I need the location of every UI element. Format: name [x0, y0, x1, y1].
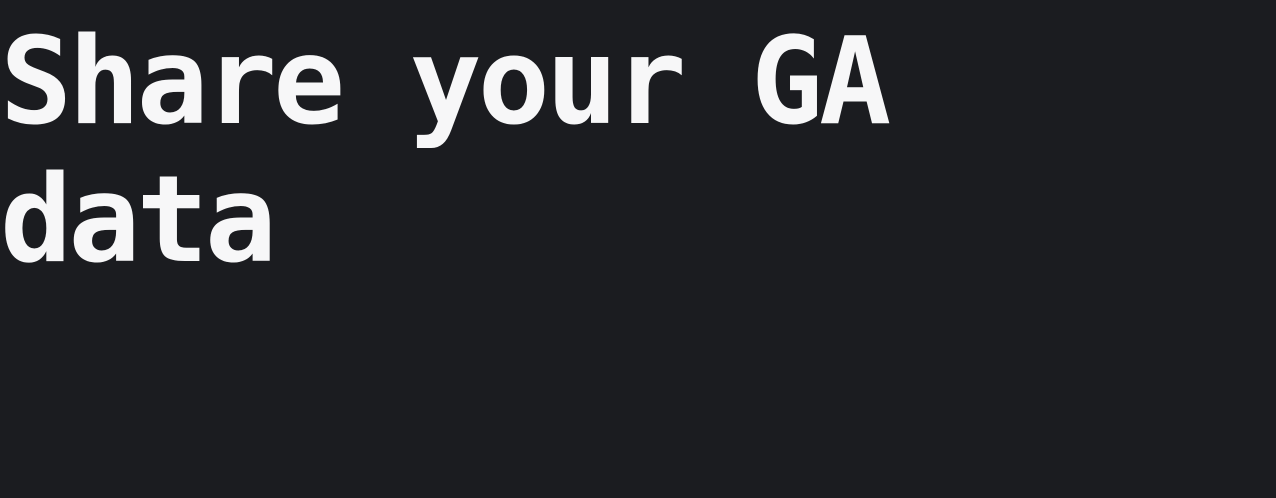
hero-heading: Share your GA data [0, 13, 891, 290]
page: Share your GA data [0, 0, 1276, 498]
